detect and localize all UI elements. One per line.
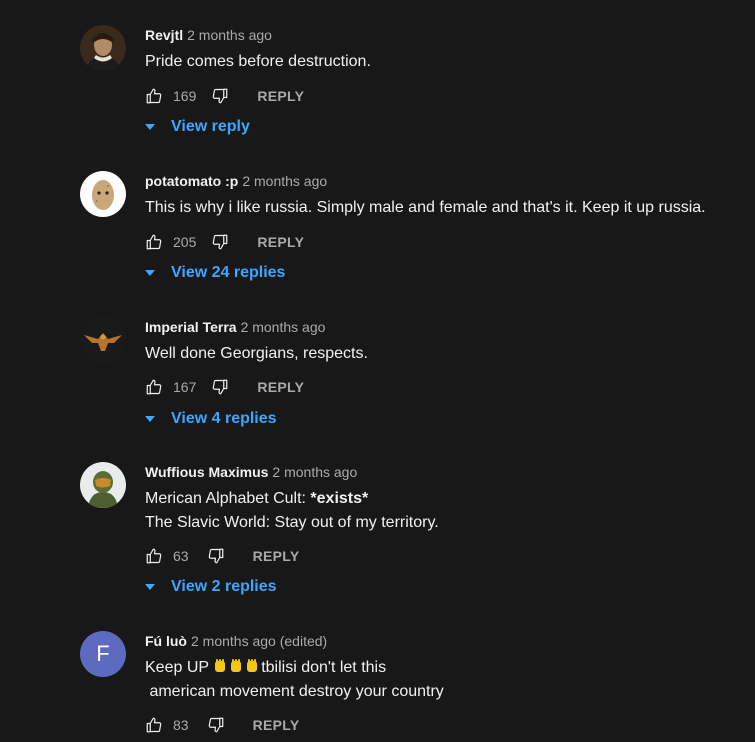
comment-line: The Slavic World: Stay out of my territo…: [145, 514, 439, 531]
comment-line: Well done Georgians, respects.: [145, 345, 368, 362]
potato-avatar-icon[interactable]: [80, 171, 126, 217]
eagle-avatar-icon[interactable]: [80, 317, 126, 363]
thumbs-up-icon[interactable]: [145, 716, 163, 734]
comment-header: Wuffious Maximus 2 months ago: [145, 464, 357, 480]
thumbs-down-icon[interactable]: [207, 547, 225, 565]
comment-line: Keep UP: [145, 659, 214, 676]
view-replies-button[interactable]: View 24 replies: [145, 264, 285, 282]
comment-timestamp[interactable]: 2 months ago: [242, 173, 327, 189]
thumbs-down-icon[interactable]: [211, 233, 229, 251]
comment-timestamp[interactable]: 2 months ago: [272, 464, 357, 480]
portrait-avatar-icon[interactable]: [80, 25, 126, 71]
reply-button[interactable]: REPLY: [257, 379, 304, 395]
reply-button[interactable]: REPLY: [253, 548, 300, 564]
comment-line: This is why i like russia. Simply male a…: [145, 199, 706, 216]
view-replies-button[interactable]: View 4 replies: [145, 410, 277, 428]
avatar-letter: F: [96, 641, 110, 666]
reply-button[interactable]: REPLY: [257, 234, 304, 250]
comment-text: Pride comes before destruction.: [145, 50, 371, 74]
view-replies-label: View 24 replies: [171, 264, 286, 281]
author-name[interactable]: Fú luò: [145, 633, 187, 649]
view-replies-label: View 2 replies: [171, 578, 277, 595]
caret-down-icon: [145, 416, 155, 422]
comment-text: Keep UP tbilisi don't let this american …: [145, 656, 444, 704]
comment-actions: 63 REPLY: [145, 546, 299, 566]
helmet-avatar-icon[interactable]: [80, 462, 126, 508]
author-name[interactable]: Imperial Terra: [145, 319, 237, 335]
letter-avatar[interactable]: F: [80, 631, 126, 677]
comment-line: Pride comes before destruction.: [145, 53, 371, 70]
comment-timestamp[interactable]: 2 months ago: [187, 27, 272, 43]
like-count: 63: [173, 548, 189, 564]
comment-text: Well done Georgians, respects.: [145, 342, 368, 366]
thumbs-down-icon[interactable]: [211, 87, 229, 105]
like-count: 83: [173, 717, 189, 733]
comment-header: Imperial Terra 2 months ago: [145, 319, 325, 335]
like-count: 169: [173, 88, 197, 104]
caret-down-icon: [145, 584, 155, 590]
like-count: 205: [173, 234, 197, 250]
comment-bold-text: *exists*: [310, 490, 369, 507]
comment-header: Fú luò 2 months ago (edited): [145, 633, 327, 649]
comment-line: Merican Alphabet Cult:: [145, 490, 311, 507]
author-name[interactable]: Wuffious Maximus: [145, 464, 268, 480]
caret-down-icon: [145, 270, 155, 276]
comment-text: Merican Alphabet Cult: *exists* The Slav…: [145, 487, 439, 535]
reply-button[interactable]: REPLY: [257, 88, 304, 104]
thumbs-down-icon[interactable]: [207, 716, 225, 734]
comment-actions: 167 REPLY: [145, 377, 304, 397]
comment-actions: 205 REPLY: [145, 232, 304, 252]
comment-actions: 83 REPLY: [145, 715, 299, 735]
comment-header: potatomato :p 2 months ago: [145, 173, 327, 189]
view-replies-label: View reply: [171, 118, 250, 135]
comment-header: Revjtl 2 months ago: [145, 27, 272, 43]
view-replies-button[interactable]: View reply: [145, 118, 250, 136]
fist-emoji-icon: [213, 659, 261, 676]
comment-timestamp[interactable]: 2 months ago: [241, 319, 326, 335]
comment-text: This is why i like russia. Simply male a…: [145, 196, 706, 220]
reply-button[interactable]: REPLY: [253, 717, 300, 733]
view-replies-label: View 4 replies: [171, 410, 277, 427]
thumbs-up-icon[interactable]: [145, 378, 163, 396]
caret-down-icon: [145, 124, 155, 130]
comment-line: american movement destroy your country: [145, 683, 444, 700]
thumbs-up-icon[interactable]: [145, 547, 163, 565]
thumbs-up-icon[interactable]: [145, 233, 163, 251]
like-count: 167: [173, 379, 197, 395]
comment-timestamp[interactable]: 2 months ago (edited): [191, 633, 327, 649]
comment-actions: 169 REPLY: [145, 86, 304, 106]
thumbs-down-icon[interactable]: [211, 378, 229, 396]
thumbs-up-icon[interactable]: [145, 87, 163, 105]
author-name[interactable]: Revjtl: [145, 27, 183, 43]
view-replies-button[interactable]: View 2 replies: [145, 578, 277, 596]
comment-line: tbilisi don't let this: [261, 659, 387, 676]
author-name[interactable]: potatomato :p: [145, 173, 238, 189]
